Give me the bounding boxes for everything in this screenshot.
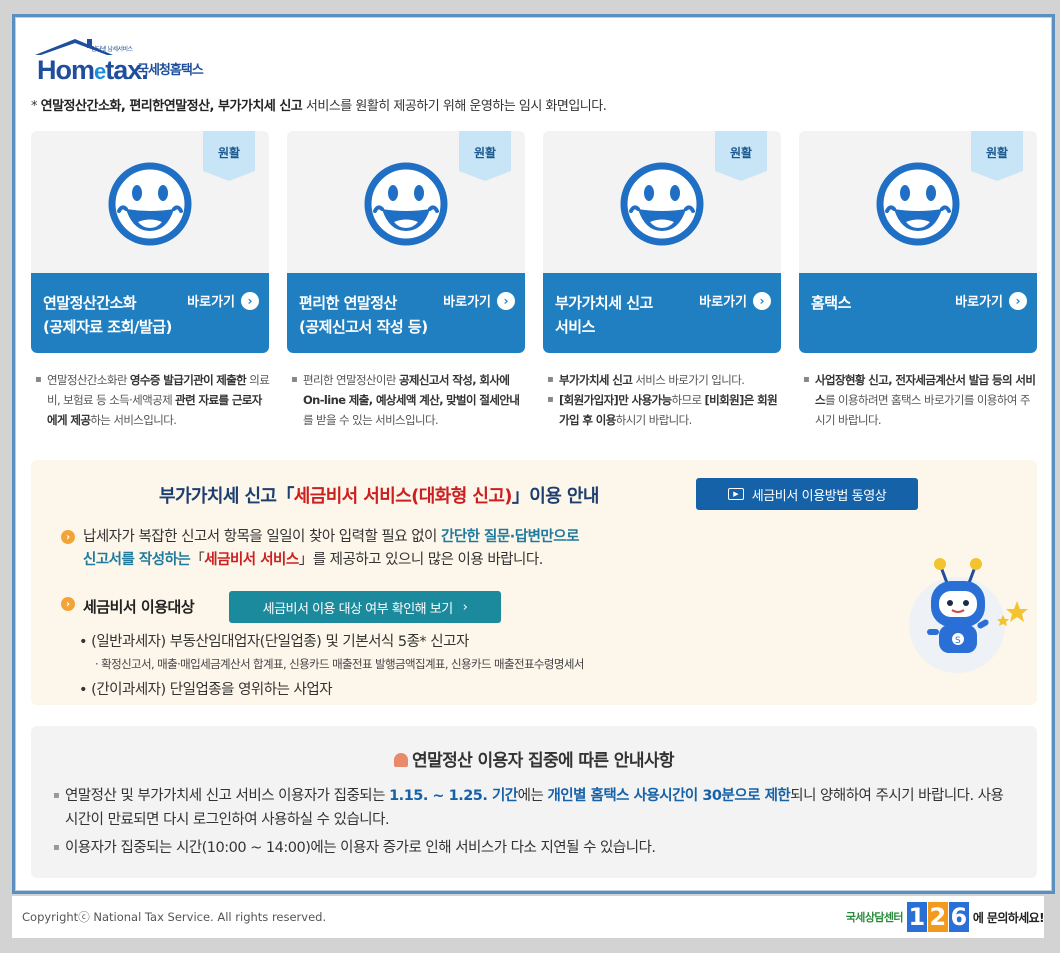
check-eligibility-button[interactable]: 세금비서 이용 대상 여부 확인해 보기 › [229, 591, 501, 623]
logo-text: Hometax. [37, 55, 149, 85]
hometax-logo[interactable]: 인터넷 납세서비스 Hometax. 국세청홈택스 [33, 35, 233, 85]
card-convenient-year-end: 원활 편리한 연말정산 (공제신고서 작성 등) 바로가기 › [287, 131, 525, 353]
logo-korean: 국세청홈택스 [137, 63, 204, 78]
play-icon: ▶ [727, 488, 744, 500]
go-link[interactable]: 바로가기 › [187, 291, 259, 310]
card-title: 연말정산간소화 (공제자료 조회/발급) [43, 294, 172, 336]
chevron-circle-icon: › [61, 530, 75, 544]
go-link[interactable]: 바로가기 › [699, 291, 771, 310]
smile-face-icon [364, 162, 448, 246]
chevron-circle-icon: › [61, 597, 75, 611]
status-badge: 원활 [203, 131, 255, 181]
status-badge: 원활 [459, 131, 511, 181]
chevron-right-icon: › [241, 291, 259, 310]
card-title: 부가가치세 신고 서비스 [555, 294, 653, 336]
card-link-vat-filing[interactable]: 부가가치세 신고 서비스 바로가기 › [543, 273, 781, 353]
notice-paragraph: 이용자가 집중되는 시간(10:00 ~ 14:00)에는 이용자 증가로 인해… [53, 836, 1013, 860]
card-description: 연말정산간소화란 영수증 발급기관이 제출한 의료비, 보험료 등 소득·세액공… [33, 370, 271, 430]
smile-face-icon [876, 162, 960, 246]
target-simplified: • (간이과세자) 단일업종을 영위하는 사업자 [79, 682, 333, 698]
card-link-year-end-simplified[interactable]: 연말정산간소화 (공제자료 조회/발급) 바로가기 › [31, 273, 269, 353]
status-badge: 원활 [971, 131, 1023, 181]
robot-mascot-icon: S [909, 558, 1028, 673]
target-label: 세금비서 이용대상 [83, 598, 195, 616]
copyright-text: Copyrightⓒ National Tax Service. All rig… [22, 910, 327, 924]
smile-face-icon [108, 162, 192, 246]
go-link[interactable]: 바로가기 › [443, 291, 515, 310]
card-description: 부가가치세 신고 서비스 바로가기 입니다. [회원가입자]만 사용가능하므로 … [545, 370, 783, 430]
target-general-detail: · 확정신고서, 매출·매입세금계산서 합계표, 신용카드 매출전표 발행금액집… [95, 657, 584, 671]
main-frame: 인터넷 납세서비스 Hometax. 국세청홈택스 * 연말정산간소화, 편리한… [12, 14, 1055, 894]
card-vat-filing: 원활 부가가치세 신고 서비스 바로가기 › [543, 131, 781, 353]
year-end-notice-section: 연말정산 이용자 집중에 따른 안내사항 연말정산 및 부가가치세 신고 서비스… [31, 726, 1037, 878]
bell-icon [394, 753, 409, 767]
call-center-number: 1 2 6 [906, 902, 969, 932]
card-description: 사업장현황 신고, 전자세금계산서 발급 등의 서비스를 이용하려면 홈택스 바… [801, 370, 1039, 430]
notice-paragraph: 연말정산 및 부가가치세 신고 서비스 이용자가 집중되는 1.15. ~ 1.… [53, 784, 1013, 832]
card-link-hometax[interactable]: 홈택스 바로가기 › [799, 273, 1037, 353]
card-year-end-simplified: 원활 연말정산간소화 (공제자료 조회/발급) 바로가기 › [31, 131, 269, 353]
chevron-right-icon: › [753, 291, 771, 310]
smile-face-icon [620, 162, 704, 246]
intro-text: 납세자가 복잡한 신고서 항목을 일일이 찾아 입력할 필요 없이 간단한 질문… [83, 529, 579, 568]
chevron-right-icon: › [1009, 291, 1027, 310]
chevron-right-icon: › [462, 599, 468, 615]
call-center-label: 국세상담센터 [845, 911, 904, 924]
section-title: 부가가치세 신고「세금비서 서비스(대화형 신고)」이용 안내 [159, 486, 599, 507]
card-title: 편리한 연말정산 (공제신고서 작성 등) [299, 294, 428, 336]
chevron-right-icon: › [497, 291, 515, 310]
go-link[interactable]: 바로가기 › [955, 291, 1027, 310]
video-guide-button[interactable]: ▶ 세금비서 이용방법 동영상 [696, 478, 918, 510]
vat-tax-secretary-section: 부가가치세 신고「세금비서 서비스(대화형 신고)」이용 안내 ▶ 세금비서 이용… [31, 460, 1037, 705]
logo-tagline: 인터넷 납세서비스 [91, 46, 133, 53]
target-general: • (일반과세자) 부동산임대업자(단일업종) 및 기본서식 5종* 신고자 [79, 634, 469, 650]
svg-text:S: S [955, 636, 961, 646]
card-description: 편리한 연말정산이란 공제신고서 작성, 회사에 On-line 제출, 예상세… [289, 370, 527, 430]
call-center-suffix: 에 문의하세요! [972, 910, 1045, 925]
card-title: 홈택스 [811, 294, 851, 312]
card-hometax: 원활 홈택스 바로가기 › [799, 131, 1037, 353]
section-title: 연말정산 이용자 집중에 따른 안내사항 [31, 746, 1037, 771]
card-link-convenient-year-end[interactable]: 편리한 연말정산 (공제신고서 작성 등) 바로가기 › [287, 273, 525, 353]
status-badge: 원활 [715, 131, 767, 181]
call-center-banner[interactable]: 국세상담센터 1 2 6 에 문의하세요! [845, 902, 1045, 932]
footer: Copyrightⓒ National Tax Service. All rig… [12, 896, 1045, 938]
notice-text: * 연말정산간소화, 편리한연말정산, 부가가치세 신고 서비스를 원활히 제공… [31, 99, 607, 114]
